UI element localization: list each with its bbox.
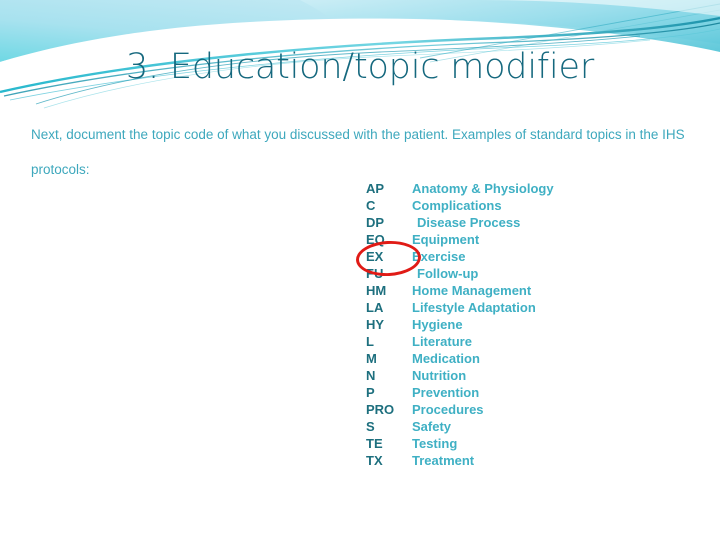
page-title: 3. Education/topic modifier xyxy=(125,47,595,87)
topic-code-description: Treatment xyxy=(412,453,475,468)
topic-code-abbreviation: LA xyxy=(366,300,384,315)
topic-code-abbreviation: AP xyxy=(366,181,385,196)
topic-code-row: EQ Equipment xyxy=(366,231,696,248)
topic-code-row: HM Home Management xyxy=(366,282,696,299)
topic-code-abbreviation: EX xyxy=(366,249,384,264)
topic-code-abbreviation: N xyxy=(366,368,376,383)
topic-code-abbreviation: P xyxy=(366,385,375,400)
topic-code-row: L Literature xyxy=(366,333,696,350)
topic-code-description: Exercise xyxy=(412,249,466,264)
topic-code-abbreviation: HY xyxy=(366,317,385,332)
topic-code-abbreviation: TX xyxy=(366,453,383,468)
header-band-right xyxy=(300,0,720,52)
topic-code-description: Follow-up xyxy=(417,266,479,281)
topic-code-row: HY Hygiene xyxy=(366,316,696,333)
topic-code-row: C Complications xyxy=(366,197,696,214)
topic-code-description: Medication xyxy=(412,351,480,366)
topic-code-row: FU Follow-up xyxy=(366,265,696,282)
topic-code-row: AP Anatomy & Physiology xyxy=(366,180,696,197)
topic-code-row: P Prevention xyxy=(366,384,696,401)
topic-code-row: DP Disease Process xyxy=(366,214,696,231)
topic-code-description: Safety xyxy=(412,419,452,434)
topic-code-description: Nutrition xyxy=(412,368,467,383)
topic-code-row: EX Exercise xyxy=(366,248,696,265)
topic-code-description: Literature xyxy=(412,334,472,349)
topic-code-description: Testing xyxy=(412,436,458,451)
topic-code-description: Prevention xyxy=(412,385,480,400)
topic-code-abbreviation: EQ xyxy=(366,232,385,247)
topic-code-abbreviation: FU xyxy=(366,266,384,281)
topic-code-description: Home Management xyxy=(412,283,532,298)
topic-code-description: Complications xyxy=(412,198,502,213)
topic-code-row: TE Testing xyxy=(366,435,696,452)
topic-code-row: N Nutrition xyxy=(366,367,696,384)
topic-code-abbreviation: S xyxy=(366,419,375,434)
header-top-white-wedge xyxy=(480,0,720,16)
topic-code-description: Procedures xyxy=(412,402,484,417)
topic-code-row: S Safety xyxy=(366,418,696,435)
topic-code-description: Hygiene xyxy=(412,317,463,332)
topic-code-abbreviation: C xyxy=(366,198,376,213)
topic-code-abbreviation: TE xyxy=(366,436,383,451)
topic-code-description: Anatomy & Physiology xyxy=(412,181,554,196)
topic-code-abbreviation: L xyxy=(366,334,374,349)
topic-code-row: LA Lifestyle Adaptation xyxy=(366,299,696,316)
topic-code-row: TX Treatment xyxy=(366,452,696,469)
topic-code-abbreviation: PRO xyxy=(366,402,395,417)
topic-code-description: Disease Process xyxy=(417,215,521,230)
topic-code-list: AP Anatomy & Physiology C Complications DP Di… xyxy=(366,180,696,469)
topic-code-abbreviation: HM xyxy=(366,283,387,298)
topic-code-description: Lifestyle Adaptation xyxy=(412,300,536,315)
topic-code-abbreviation: DP xyxy=(366,215,385,230)
topic-code-abbreviation: M xyxy=(366,351,377,366)
topic-code-description: Equipment xyxy=(412,232,480,247)
topic-code-row: M Medication xyxy=(366,350,696,367)
body-paragraph: Next, document the topic code of what yo… xyxy=(31,127,685,177)
topic-code-row: PRO Procedures xyxy=(366,401,696,418)
